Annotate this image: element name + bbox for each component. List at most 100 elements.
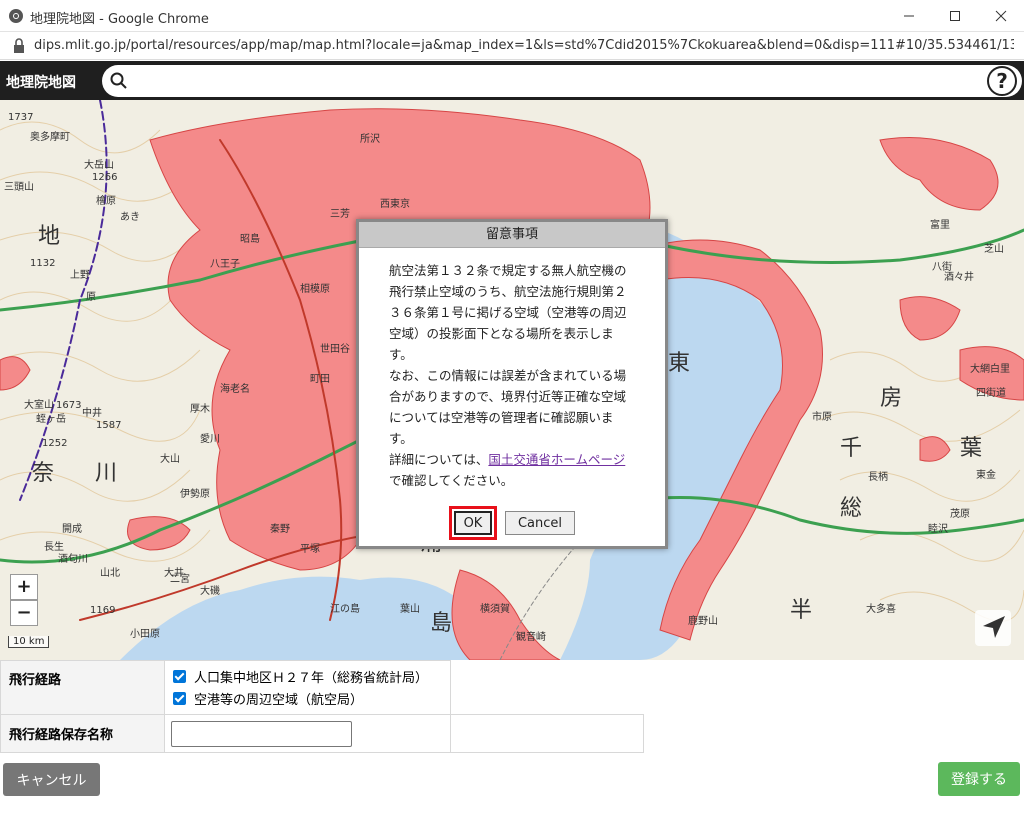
map-place-label: 大網白里 <box>970 364 1010 375</box>
cancel-button[interactable]: キャンセル <box>3 763 100 796</box>
map-region-label: 総 <box>840 496 863 521</box>
map-place-label: 酒匂川 <box>58 554 88 565</box>
map-place-label: 秦野 <box>270 524 290 535</box>
map-place-label: 愛川 <box>200 434 220 445</box>
close-icon <box>995 10 1007 22</box>
map-region-label: 千 <box>840 436 863 461</box>
lock-icon <box>14 38 24 53</box>
map-place-label: 長柄 <box>868 472 888 483</box>
address-bar[interactable]: dips.mlit.go.jp/portal/resources/app/map… <box>0 32 1024 60</box>
ok-button[interactable]: OK <box>453 511 492 535</box>
window-title: 地理院地図 - Google Chrome <box>30 12 209 27</box>
search-icon[interactable] <box>110 72 128 90</box>
ok-highlight: OK <box>448 506 497 540</box>
route-form: 飛行経路 人口集中地区Ｈ２７年（総務省統計局） 空港等の周辺空域（航空局） 飛行… <box>0 660 644 753</box>
map-place-label: 大岳山 <box>84 160 114 171</box>
map-place-label: 1132 <box>30 258 56 269</box>
map-place-label: 大井 <box>164 568 184 579</box>
minimize-icon <box>904 15 914 17</box>
dialog-detail-suffix: で確認してください。 <box>389 473 514 488</box>
layer-airport-checkbox[interactable] <box>173 692 186 705</box>
map-place-label: 大山 <box>160 454 180 465</box>
map-place-label: 上野 <box>70 270 90 281</box>
map-place-label: 市原 <box>812 412 832 423</box>
map-region-label: 地 <box>38 224 61 249</box>
map-place-label: 四街道 <box>976 388 1006 399</box>
minimize-button[interactable] <box>886 0 932 32</box>
chrome-icon <box>9 9 23 23</box>
register-button[interactable]: 登録する <box>938 762 1020 796</box>
map-place-label: 伊勢原 <box>180 489 210 500</box>
empty-cell <box>450 660 644 715</box>
map-place-label: 中井 <box>82 408 102 419</box>
layer-options: 人口集中地区Ｈ２７年（総務省統計局） 空港等の周辺空域（航空局） <box>164 660 451 715</box>
maximize-button[interactable] <box>932 0 978 32</box>
layer-airport-label[interactable]: 空港等の周辺空域（航空局） <box>194 689 363 708</box>
map-place-label: 江の島 <box>330 604 360 615</box>
dialog-body: 航空法第１３２条で規定する無人航空機の飛行禁止空域のうち、航空法施行規則第２３６… <box>359 248 665 491</box>
help-icon[interactable]: ? <box>986 65 1018 97</box>
map-place-label: 三頭山 <box>4 182 34 193</box>
map-place-label: 1673 <box>56 400 82 411</box>
app-header: 地理院地図 ? <box>0 61 1024 100</box>
map-place-label: 観音崎 <box>516 632 546 643</box>
close-window-button[interactable] <box>978 0 1024 32</box>
search-input[interactable]: ? <box>102 65 1022 97</box>
app-brand[interactable]: 地理院地図 <box>6 72 76 92</box>
map-place-label: 大多喜 <box>866 604 896 615</box>
dialog-paragraph-3: 詳細については、国土交通省ホームページで確認してください。 <box>389 449 635 491</box>
map-place-label: 鹿野山 <box>688 616 718 627</box>
layer-did-option[interactable]: 人口集中地区Ｈ２７年（総務省統計局） <box>173 666 442 688</box>
map-place-label: 厚木 <box>190 404 210 415</box>
dialog-cancel-button[interactable]: Cancel <box>504 511 576 535</box>
dialog-title: 留意事項 <box>359 222 665 248</box>
layer-did-checkbox[interactable] <box>173 670 186 683</box>
dialog-detail-prefix: 詳細については、 <box>389 452 489 467</box>
map-place-label: 山北 <box>100 568 120 579</box>
map-place-label: 三芳 <box>330 209 350 220</box>
map-place-label: 奥多摩町 <box>30 132 70 143</box>
empty-cell-2 <box>450 714 644 753</box>
maximize-icon <box>950 11 960 21</box>
map-place-label: 1266 <box>92 172 118 183</box>
notice-dialog: 留意事項 航空法第１３２条で規定する無人航空機の飛行禁止空域のうち、航空法施行規… <box>356 219 668 549</box>
map-place-label: 昭島 <box>240 234 260 245</box>
save-name-label: 飛行経路保存名称 <box>0 714 165 753</box>
scale-bar: 10 km <box>8 636 50 648</box>
save-name-cell <box>164 714 451 753</box>
zoom-out-button[interactable]: − <box>10 600 38 626</box>
map-place-label: 西東京 <box>380 199 410 210</box>
map-place-label: 八王子 <box>210 259 240 270</box>
map-region-label: 房 <box>880 386 903 411</box>
map-region-label: 川 <box>95 461 118 486</box>
map-place-label: 東金 <box>976 470 996 481</box>
map-place-label: 平塚 <box>300 544 320 555</box>
map-place-label: 1252 <box>42 438 68 449</box>
map-place-label: 酒々井 <box>944 272 974 283</box>
map-place-label: 所沢 <box>360 134 380 145</box>
map-place-label: 開成 <box>62 524 82 535</box>
map-place-label: 茂原 <box>950 509 970 520</box>
map-region-label: 奈 <box>32 461 55 486</box>
cancel-wrapper: Cancel <box>504 506 576 540</box>
map-place-label: 1587 <box>96 420 122 431</box>
map-region-label: 葉 <box>960 436 983 461</box>
map-place-label: 葉山 <box>400 604 420 615</box>
mlit-homepage-link[interactable]: 国土交通省ホームページ <box>488 452 625 467</box>
layer-airport-option[interactable]: 空港等の周辺空域（航空局） <box>173 688 442 710</box>
map-place-label: 原 <box>86 292 96 303</box>
zoom-in-button[interactable]: + <box>10 574 38 600</box>
map-place-label: 1169 <box>90 605 116 616</box>
map-place-label: 小田原 <box>130 629 160 640</box>
url-text[interactable]: dips.mlit.go.jp/portal/resources/app/map… <box>34 38 1014 53</box>
window-titlebar: 地理院地図 - Google Chrome <box>0 0 1024 32</box>
layer-did-label[interactable]: 人口集中地区Ｈ２７年（総務省統計局） <box>194 667 428 686</box>
save-name-input[interactable] <box>171 720 352 747</box>
map-place-label: 檜原 <box>96 196 116 207</box>
map-place-label: 芝山 <box>984 244 1004 255</box>
map-place-label: 蛭ヶ岳 <box>36 414 66 425</box>
locate-button[interactable] <box>975 610 1011 646</box>
map-place-label: 1737 <box>8 112 34 123</box>
map-place-label: 大磯 <box>200 586 220 597</box>
map-place-label: 相模原 <box>300 284 330 295</box>
